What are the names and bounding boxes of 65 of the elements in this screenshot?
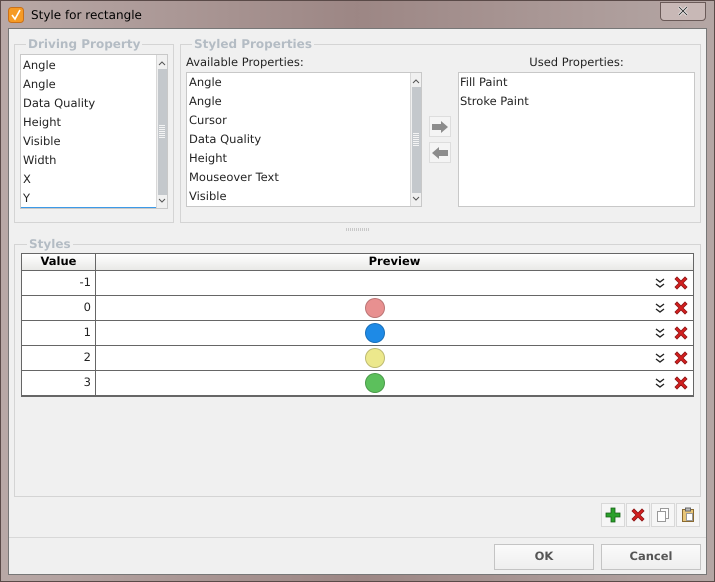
grip-icon[interactable] (159, 125, 165, 139)
delete-icon[interactable] (672, 324, 690, 342)
list-item[interactable]: Data Quality (187, 130, 410, 149)
delete-icon[interactable] (672, 274, 690, 292)
expand-icon[interactable] (654, 302, 666, 314)
driving-property-list[interactable]: Angle Angle Data Quality Height Visible Width X Y (20, 54, 168, 209)
list-item[interactable]: X (21, 170, 156, 189)
list-item[interactable]: Fill Paint (459, 73, 694, 92)
scrollbar[interactable] (156, 55, 167, 208)
splitter-grip-icon[interactable] (346, 228, 370, 230)
group-title: Styles (28, 236, 72, 253)
expand-icon[interactable] (654, 277, 666, 289)
delete-icon[interactable] (672, 374, 690, 392)
list-item[interactable]: Angle (187, 92, 410, 111)
add-button[interactable] (601, 503, 625, 527)
column-header[interactable]: Value (22, 254, 96, 270)
group-title: Styled Properties (193, 36, 313, 53)
clipboard-icon (680, 507, 696, 523)
list-item[interactable]: Data Quality (21, 94, 156, 113)
table-cell: 0 (22, 296, 96, 320)
scroll-up-icon[interactable] (412, 78, 420, 84)
plus-icon (605, 507, 621, 523)
dialog-button[interactable]: OK (494, 544, 594, 570)
list-item[interactable]: Angle (21, 56, 156, 75)
column-header[interactable]: Preview (96, 254, 693, 270)
list-item[interactable]: Height (21, 113, 156, 132)
scrollbar[interactable] (410, 73, 421, 206)
copy-icon (655, 507, 671, 523)
paste-button[interactable] (676, 503, 700, 527)
window-title: Style for rectangle (31, 6, 142, 24)
table-cell: -1 (22, 271, 96, 295)
list-item[interactable]: Stroke Paint (459, 92, 694, 111)
list-item[interactable]: Visible (21, 132, 156, 151)
expand-icon[interactable] (654, 327, 666, 339)
list-item[interactable]: Height (187, 149, 410, 168)
dialog-button[interactable]: Cancel (601, 544, 701, 570)
table-cell: 1 (22, 321, 96, 345)
expand-icon[interactable] (654, 352, 666, 364)
left-arrow-icon (432, 146, 448, 158)
checkmark-logo-icon (8, 6, 24, 22)
grip-icon[interactable] (413, 133, 419, 147)
expand-icon[interactable] (654, 377, 666, 389)
list-item[interactable]: Mouseover Text (187, 168, 410, 187)
close-button[interactable] (660, 2, 706, 20)
move-left-button[interactable] (429, 142, 451, 163)
close-icon (677, 6, 689, 16)
move-right-button[interactable] (429, 116, 451, 137)
available-properties-label: Available Properties: (186, 54, 305, 71)
list-item[interactable]: Angle (21, 75, 156, 94)
table-cell: 3 (22, 371, 96, 395)
used-properties-list[interactable]: Fill Paint Stroke Paint (458, 72, 695, 207)
group-title: Driving Property (27, 36, 142, 53)
list-item[interactable]: Angle (187, 73, 410, 92)
right-arrow-icon (432, 120, 448, 132)
list-item[interactable]: Visible (187, 187, 410, 206)
delete-icon[interactable] (672, 299, 690, 317)
list-item[interactable]: Cursor (187, 111, 410, 130)
list-item[interactable]: Width (21, 151, 156, 170)
delete-icon[interactable] (672, 349, 690, 367)
scroll-down-icon[interactable] (158, 198, 166, 204)
scroll-down-icon[interactable] (412, 196, 420, 202)
table-cell: 2 (22, 346, 96, 370)
available-properties-list[interactable]: Angle Angle Cursor Data Quality Height Mouseover Text Visible (186, 72, 422, 207)
used-properties-label: Used Properties: (529, 54, 624, 71)
scroll-up-icon[interactable] (158, 60, 166, 66)
